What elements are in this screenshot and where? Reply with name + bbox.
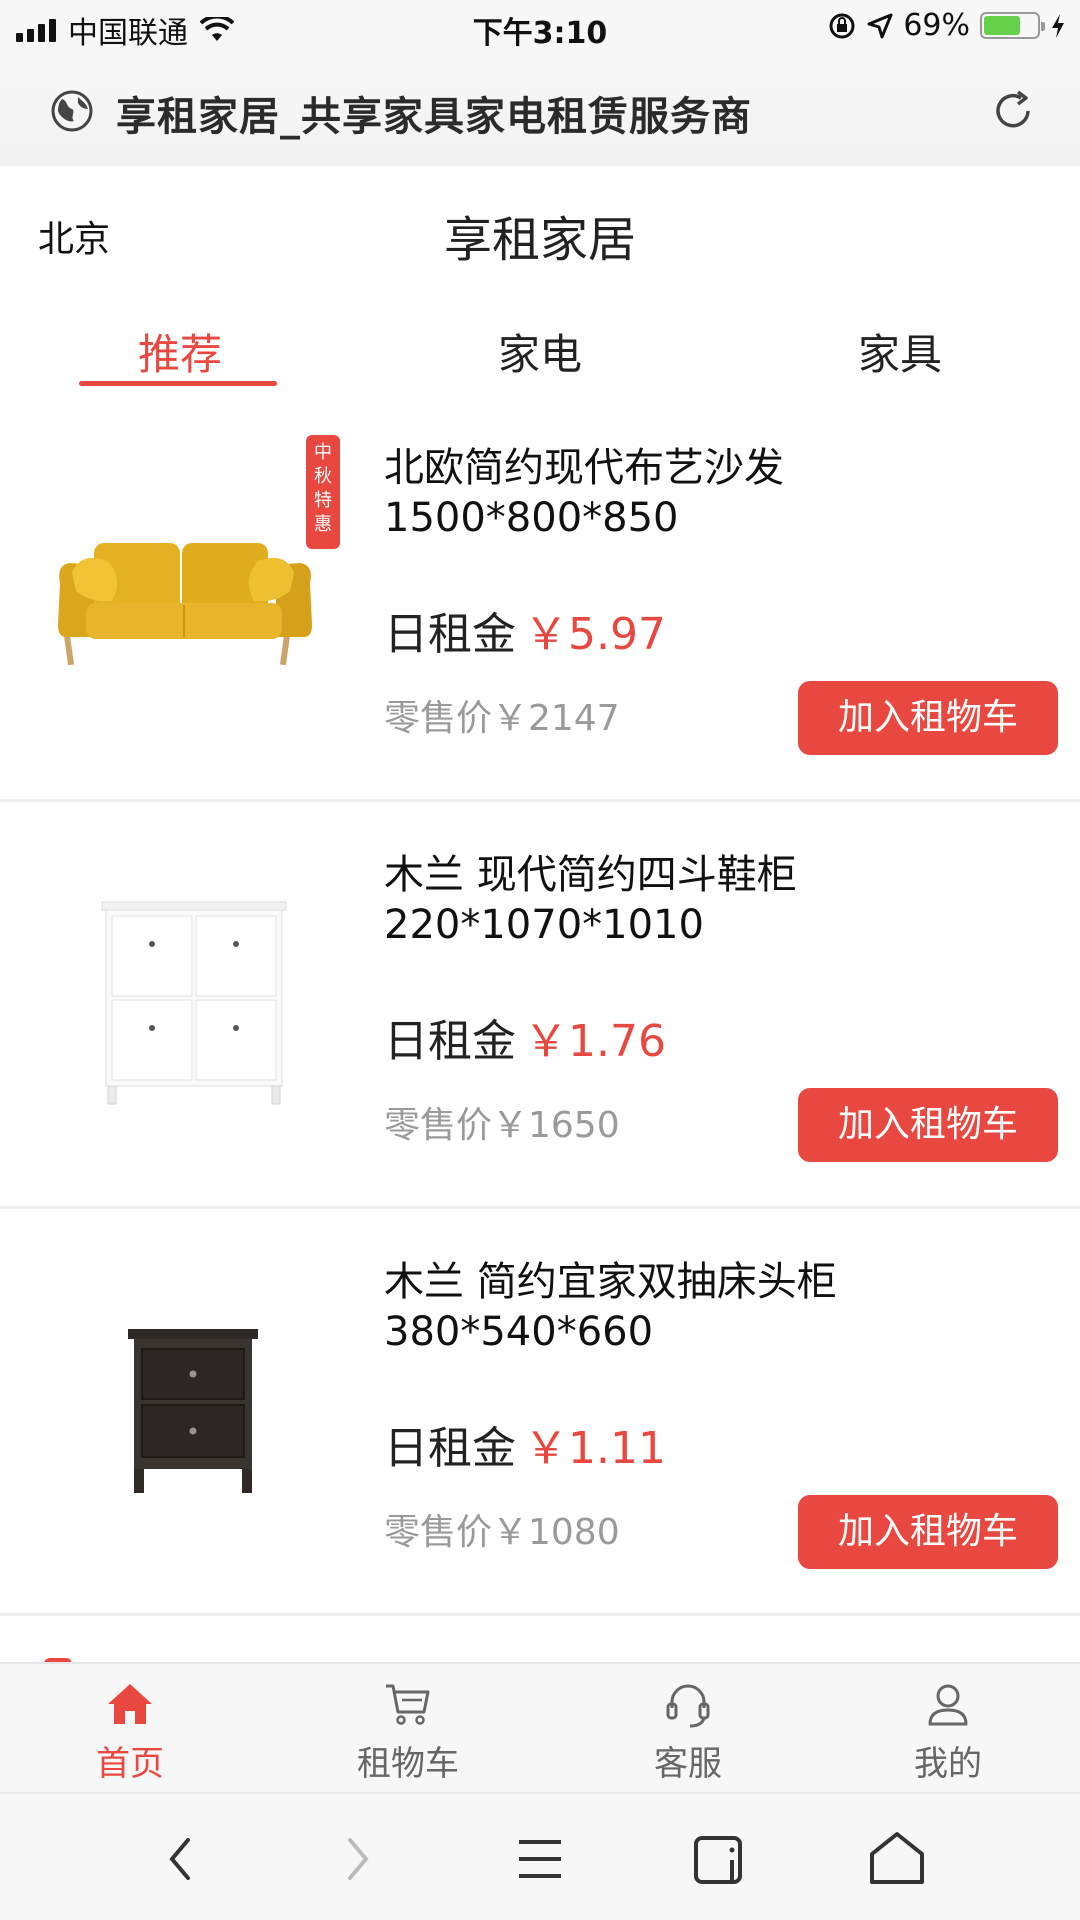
nav-home[interactable]: 首页 [30,1664,230,1794]
headset-icon [666,1684,710,1728]
menu-icon[interactable] [505,1824,575,1894]
category-tabs: 推荐 家电 家具 [0,291,1080,395]
battery-icon [980,12,1045,39]
home-icon [108,1684,152,1724]
rent-price: ￥1.11 [524,1423,666,1474]
white-shoe-cabinet-image [101,901,287,1105]
rent-row: 日租金 ￥1.76 [384,1014,666,1070]
nav-cart[interactable]: 租物车 [308,1664,508,1794]
reload-icon[interactable] [988,86,1038,136]
tab-appliances[interactable]: 家电 [440,321,640,382]
app-title: 享租家居 [443,212,636,268]
product-size: 380*540*660 [384,1309,654,1355]
dark-nightstand-image [128,1329,258,1493]
user-icon [928,1684,968,1726]
product-name[interactable]: 木兰 简约宜家双抽床头柜 [384,1257,837,1307]
back-icon[interactable] [146,1824,216,1894]
tab-recommend[interactable]: 推荐 [80,321,280,382]
product-card[interactable]: 中秋特惠 北欧简约现代布艺沙发 1500*800*850 日租金 ￥5.97 零售… [0,395,1080,802]
bottom-nav: 首页 租物车 客服 我的 [0,1662,1080,1792]
add-to-cart-button[interactable]: 加入租物车 [798,1495,1058,1569]
rent-price: ￥5.97 [524,609,666,660]
retail-price: 零售价￥2147 [384,698,620,739]
promo-tag: 中秋特惠 [306,435,340,549]
rent-row: 日租金 ￥5.97 [384,607,666,663]
charging-icon [1052,13,1064,38]
retail-price: 零售价￥1080 [384,1512,620,1553]
nav-service[interactable]: 客服 [588,1664,788,1794]
nav-profile[interactable]: 我的 [848,1664,1048,1794]
yellow-sofa-image [58,543,312,666]
rent-label: 日租金 [384,1016,516,1067]
product-card[interactable]: 木兰 现代简约四斗鞋柜 220*1070*1010 日租金 ￥1.76 零售价￥1… [0,802,1080,1209]
product-size: 220*1070*1010 [384,902,704,948]
orientation-lock-icon [829,13,855,38]
rent-row: 日租金 ￥1.11 [384,1421,666,1477]
nav-home-label: 首页 [96,1744,164,1784]
rent-label: 日租金 [384,609,516,660]
product-size: 1500*800*850 [384,495,679,541]
status-bar: 中国联通 下午3:10 69% [0,0,1080,54]
nav-cart-label: 租物车 [357,1744,459,1784]
tabs-icon[interactable] [684,1824,754,1894]
rent-price: ￥1.76 [524,1016,666,1067]
app-header: 北京 享租家居 [0,166,1080,291]
page-title: 享租家居_共享家具家电租赁服务商 [116,94,752,140]
battery-percent: 69% [903,8,970,43]
nav-service-label: 客服 [654,1744,722,1784]
location-icon [867,13,893,38]
browser-home-icon[interactable] [862,1824,932,1894]
screen: 中国联通 下午3:10 69% 享租家居_共享家具家电租赁服务商 北京 享租家居… [0,0,1080,1920]
browser-toolbar [0,1792,1080,1920]
cart-icon [386,1684,430,1725]
add-to-cart-button[interactable]: 加入租物车 [798,1088,1058,1162]
status-right: 69% [827,8,1066,43]
nav-profile-label: 我的 [914,1744,982,1784]
browser-url-bar[interactable]: 享租家居_共享家具家电租赁服务商 [0,54,1080,166]
retail-price: 零售价￥1650 [384,1105,620,1146]
globe-icon [51,90,93,132]
add-to-cart-button[interactable]: 加入租物车 [798,681,1058,755]
product-list: 中秋特惠 北欧简约现代布艺沙发 1500*800*850 日租金 ￥5.97 零售… [0,395,1080,1616]
forward-icon[interactable] [322,1824,392,1894]
product-card[interactable]: 木兰 简约宜家双抽床头柜 380*540*660 日租金 ￥1.11 零售价￥10… [0,1209,1080,1616]
tab-furniture[interactable]: 家具 [800,321,1000,382]
rent-label: 日租金 [384,1423,516,1474]
product-name[interactable]: 北欧简约现代布艺沙发 [384,443,784,493]
tab-active-indicator [79,381,277,386]
product-name[interactable]: 木兰 现代简约四斗鞋柜 [384,850,797,900]
promo-tag-text: 中秋特惠 [314,442,332,535]
